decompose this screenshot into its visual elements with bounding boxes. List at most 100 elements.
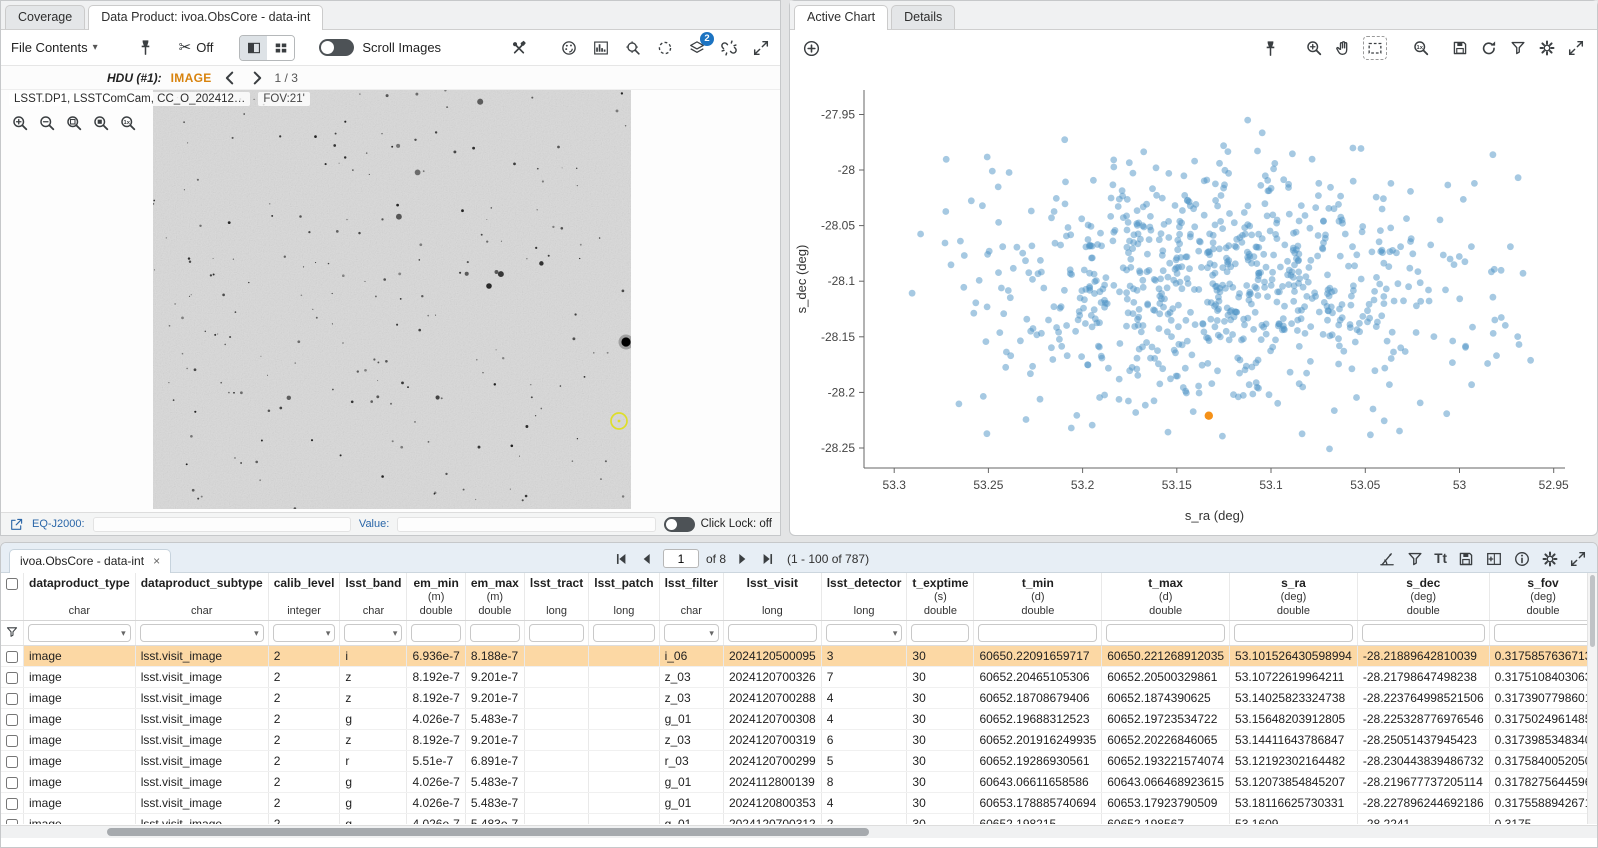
table-row[interactable]: imagelsst.visit_image2g4.026e-75.483e-7g… [1,814,1597,825]
column-header-em_max[interactable]: em_max(m)double [465,573,524,621]
text-view-icon[interactable]: Tt [1434,552,1447,566]
grid-view-button[interactable] [267,36,294,60]
filter-input-s_dec[interactable] [1362,624,1485,642]
layers-icon[interactable]: 2 [688,39,706,57]
column-header-t_min[interactable]: t_min(d)double [974,573,1102,621]
scrollbar-thumb[interactable] [1590,575,1595,647]
info-icon[interactable] [1513,550,1531,568]
zoom-in-icon[interactable] [11,114,29,132]
tab-coverage[interactable]: Coverage [5,5,85,29]
column-header-t_max[interactable]: t_max(d)double [1102,573,1230,621]
filter-input-em_min[interactable] [411,624,460,642]
table-row[interactable]: imagelsst.visit_image2z8.192e-79.201e-7z… [1,688,1597,709]
column-header-s_dec[interactable]: s_dec(deg)double [1357,573,1489,621]
stretch-histogram-icon[interactable] [592,39,610,57]
horizontal-scrollbar[interactable] [1,825,1597,838]
first-page-icon[interactable] [613,550,631,568]
row-checkbox[interactable] [6,735,18,747]
filter-input-lsst_visit[interactable] [728,624,817,642]
filter-input-t_max[interactable] [1106,624,1225,642]
add-chart-icon[interactable] [802,39,821,58]
filter-select-lsst_detector[interactable]: ▾ [826,624,903,642]
filter-chart-icon[interactable] [1509,39,1527,57]
zoom-original-icon[interactable]: 1x [1412,39,1430,57]
color-palette-icon[interactable] [560,39,578,57]
chart-zoom-icon[interactable] [1305,39,1323,57]
expand-table-icon[interactable] [1569,550,1587,568]
filter-select-lsst_filter[interactable]: ▾ [664,624,719,642]
tab-details[interactable]: Details [891,5,955,29]
pin-icon[interactable] [136,38,155,57]
row-checkbox[interactable] [6,777,18,789]
column-header-s_fov[interactable]: s_fov(deg)double [1489,573,1597,621]
chart-settings-icon[interactable] [1538,39,1556,57]
next-page-icon[interactable] [733,550,751,568]
column-header-lsst_visit[interactable]: lsst_visitlong [723,573,821,621]
select-all-checkbox[interactable] [6,578,18,590]
unlink-icon[interactable] [720,39,738,57]
target-marker-icon[interactable] [607,409,631,433]
filter-select-lsst_band[interactable]: ▾ [344,624,402,642]
column-header-em_min[interactable]: em_min(m)double [407,573,465,621]
row-checkbox[interactable] [6,714,18,726]
angle-tool-icon[interactable] [1378,550,1396,568]
open-in-new-icon[interactable] [9,517,24,532]
last-page-icon[interactable] [758,550,776,568]
zoom-1x-icon[interactable]: 1x [119,114,137,132]
tab-active-chart[interactable]: Active Chart [794,5,888,30]
filter-input-em_max[interactable] [470,624,520,642]
close-icon[interactable]: × [153,555,160,567]
fits-image[interactable] [153,90,631,509]
single-view-button[interactable] [240,36,267,60]
table-row[interactable]: imagelsst.visit_image2g4.026e-75.483e-7g… [1,772,1597,793]
filter-table-icon[interactable] [1406,550,1424,568]
table-row[interactable]: imagelsst.visit_image2g4.026e-75.483e-7g… [1,709,1597,730]
vertical-scrollbar[interactable] [1587,573,1597,824]
zoom-out-icon[interactable] [38,114,56,132]
filter-input-t_exptime[interactable] [911,624,969,642]
previous-hdu-icon[interactable] [221,69,239,87]
tab-data-product[interactable]: Data Product: ivoa.ObsCore - data-int [88,5,323,30]
column-header-calib_level[interactable]: calib_levelinteger [268,573,340,621]
table-row[interactable]: imagelsst.visit_image2r5.51e-76.891e-7r_… [1,751,1597,772]
column-header-s_ra[interactable]: s_ra(deg)double [1230,573,1358,621]
zoom-center-icon[interactable] [624,39,642,57]
select-region-icon[interactable] [656,39,674,57]
filter-select-dataproduct_subtype[interactable]: ▾ [140,624,264,642]
table-settings-icon[interactable] [1541,550,1559,568]
filter-select-dataproduct_type[interactable]: ▾ [28,624,131,642]
select-tool-button[interactable] [1363,36,1387,60]
column-header-t_exptime[interactable]: t_exptime(s)double [907,573,974,621]
cut-tool-button[interactable]: ✂ Off [179,40,214,55]
filter-select-calib_level[interactable]: ▾ [273,624,336,642]
save-table-icon[interactable] [1457,550,1475,568]
row-checkbox[interactable] [6,651,18,663]
tools-icon[interactable] [510,39,528,57]
filter-input-lsst_tract[interactable] [529,624,584,642]
pin-chart-icon[interactable] [1261,39,1280,58]
column-header-lsst_patch[interactable]: lsst_patchlong [589,573,659,621]
expand-chart-icon[interactable] [1567,39,1585,57]
filter-input-s_ra[interactable] [1234,624,1353,642]
restore-chart-icon[interactable] [1480,39,1498,57]
table-tab[interactable]: ivoa.ObsCore - data-int × [9,549,171,573]
save-chart-icon[interactable] [1451,39,1469,57]
click-lock-toggle[interactable] [664,517,695,532]
filter-input-t_min[interactable] [978,624,1097,642]
pan-icon[interactable] [1334,39,1352,57]
row-checkbox[interactable] [6,819,18,824]
table-row[interactable]: imagelsst.visit_image2g4.026e-75.483e-7g… [1,793,1597,814]
row-checkbox[interactable] [6,672,18,684]
column-header-lsst_filter[interactable]: lsst_filterchar [659,573,723,621]
fits-image-viewport[interactable]: LSST.DP1, LSSTComCam, CC_O_202412… FOV:2… [1,90,780,512]
column-header-lsst_detector[interactable]: lsst_detectorlong [821,573,907,621]
column-header-lsst_band[interactable]: lsst_bandchar [340,573,407,621]
table-row[interactable]: imagelsst.visit_image2z8.192e-79.201e-7z… [1,667,1597,688]
page-input[interactable] [663,549,699,568]
row-checkbox[interactable] [6,798,18,810]
file-contents-dropdown[interactable]: File Contents ▾ [11,40,98,55]
expand-icon[interactable] [752,39,770,57]
table-scroll-area[interactable]: dataproduct_typechardataproduct_subtypec… [1,573,1597,824]
column-header-lsst_tract[interactable]: lsst_tractlong [524,573,588,621]
table-row[interactable]: imagelsst.visit_image2i6.936e-78.188e-7i… [1,646,1597,667]
